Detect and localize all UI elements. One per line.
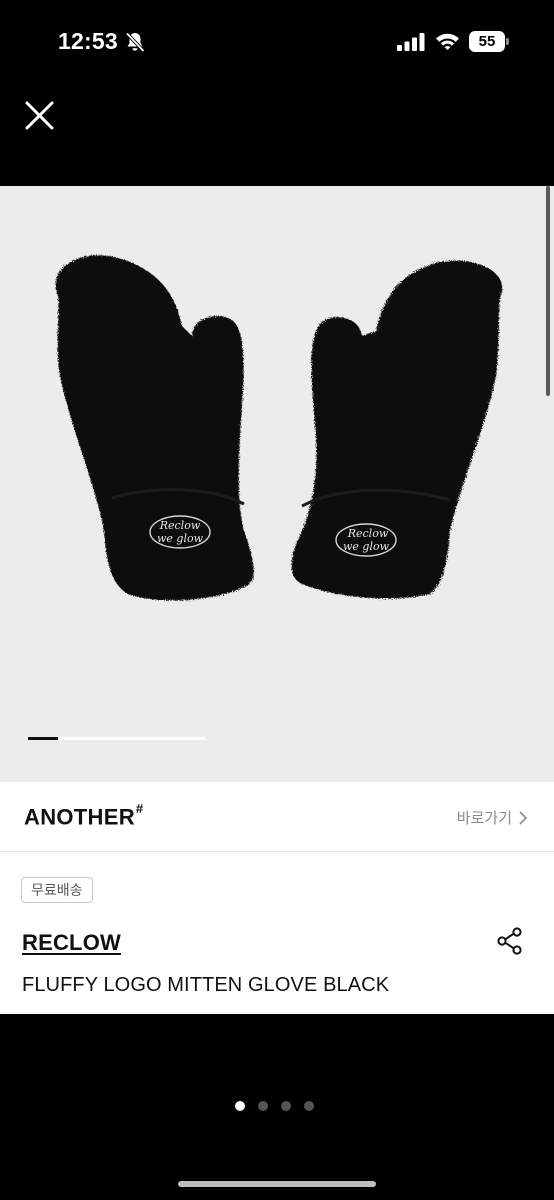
page-dot[interactable] [281, 1101, 291, 1111]
share-icon[interactable] [496, 927, 524, 955]
carousel-progress-track [28, 737, 205, 740]
wifi-icon [436, 33, 459, 50]
battery-cap [506, 38, 509, 45]
page-dot[interactable] [304, 1101, 314, 1111]
goto-label: 바로가기 [456, 810, 512, 827]
mitten-label-right-2: we glow [343, 540, 390, 553]
shop-row[interactable]: ANOTHER# 바로가기 [0, 782, 554, 852]
carousel-progress-fill [28, 737, 59, 740]
close-icon[interactable] [22, 97, 58, 133]
mitten-label-left-1: Reclow [159, 519, 201, 532]
home-indicator[interactable] [178, 1181, 376, 1187]
status-bar: 12:53 55 [0, 0, 554, 80]
page-dot[interactable] [258, 1101, 268, 1111]
another-logo-text: ANOTHER [24, 804, 135, 830]
battery-level: 55 [469, 31, 505, 52]
bell-slash-icon [125, 32, 145, 53]
page-dot[interactable] [235, 1101, 245, 1111]
another-logo-mark: # [135, 801, 144, 816]
another-logo: ANOTHER# [24, 801, 144, 830]
product-info-panel: ANOTHER# 바로가기 무료배송 RECLOW FLUFFY LOGO MI… [0, 782, 554, 1014]
free-shipping-badge: 무료배송 [21, 877, 93, 903]
seller-link[interactable]: RECLOW [22, 930, 121, 956]
mittens-photo: Reclow we glow Reclow we glow [55, 255, 503, 601]
goto-link[interactable]: 바로가기 [457, 807, 528, 828]
product-image[interactable]: Reclow we glow Reclow we glow [0, 186, 554, 782]
image-scrollbar[interactable] [546, 186, 550, 396]
battery-icon: 55 [469, 31, 509, 52]
page-indicator[interactable] [235, 1101, 314, 1111]
status-time: 12:53 [58, 28, 118, 54]
product-title: FLUFFY LOGO MITTEN GLOVE BLACK [22, 974, 390, 996]
mitten-label-right-1: Reclow [347, 527, 389, 540]
mitten-label-left-2: we glow [157, 532, 204, 545]
signal-icon [397, 33, 425, 51]
chevron-right-icon [519, 810, 528, 825]
